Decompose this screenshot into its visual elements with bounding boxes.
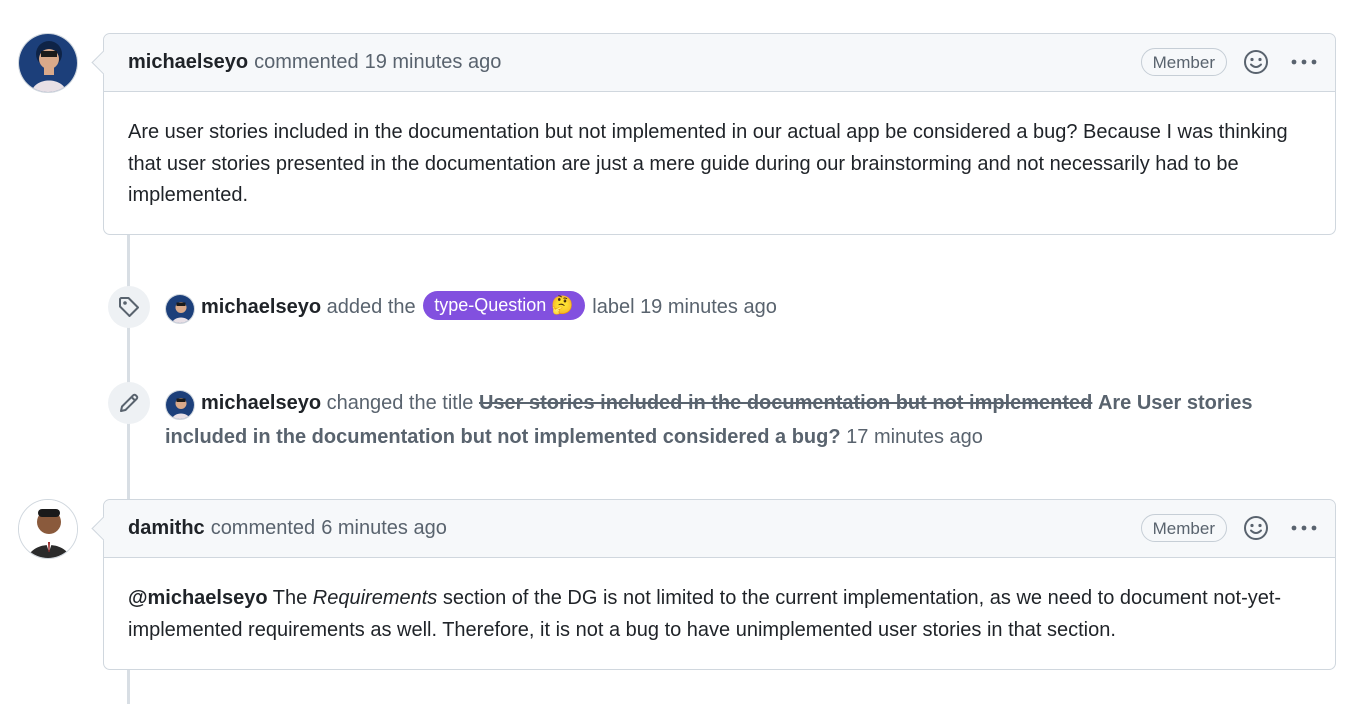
avatar-image xyxy=(19,500,77,558)
comment-header: damithc commented 6 minutes ago Member xyxy=(104,500,1335,558)
event-actor[interactable]: michaelseyo xyxy=(201,296,321,318)
event-suffix-text: label 19 minutes ago xyxy=(592,296,777,318)
pencil-icon xyxy=(108,382,150,424)
avatar-michaelseyo[interactable] xyxy=(18,33,78,93)
kebab-more-icon[interactable] xyxy=(1289,49,1319,75)
comment-time[interactable]: 6 minutes ago xyxy=(321,517,447,540)
comment-action: commented xyxy=(210,517,316,539)
comment-box: damithc commented 6 minutes ago Member @… xyxy=(103,499,1336,670)
label-name: type-Question xyxy=(434,295,547,316)
comment-body: Are user stories included in the documen… xyxy=(128,121,1288,206)
old-title: User stories included in the documentati… xyxy=(478,392,1093,414)
body-text: The xyxy=(267,587,313,609)
comment-box: michaelseyo commented 19 minutes ago Mem… xyxy=(103,33,1336,235)
event-actor[interactable]: michaelseyo xyxy=(201,392,321,414)
label-type-question[interactable]: type-Question 🤔 xyxy=(423,291,585,321)
member-badge: Member xyxy=(1140,48,1227,76)
user-mention[interactable]: @michaelseyo xyxy=(128,587,268,609)
comment-body: @michaelseyo The Requirements section of… xyxy=(104,558,1335,670)
body-emphasis: Requirements xyxy=(312,587,438,609)
comment-time[interactable]: 19 minutes ago xyxy=(365,51,502,74)
label-event-text: michaelseyo added the type-Question 🤔 la… xyxy=(201,290,1301,324)
add-reaction-smiley-icon[interactable] xyxy=(1243,515,1269,541)
avatar-image xyxy=(19,34,77,92)
kebab-more-icon[interactable] xyxy=(1289,515,1319,541)
avatar-damithc[interactable] xyxy=(18,499,78,559)
thinking-face-icon: 🤔 xyxy=(551,295,574,316)
avatar-michaelseyo-small[interactable] xyxy=(165,294,195,324)
event-action-text: changed the title xyxy=(326,392,474,414)
comment-action: commented xyxy=(254,51,359,73)
tag-icon xyxy=(108,286,150,328)
comment-header: michaelseyo commented 19 minutes ago Mem… xyxy=(104,34,1335,92)
member-badge: Member xyxy=(1140,514,1227,542)
event-time[interactable]: 17 minutes ago xyxy=(846,426,983,448)
comment-author[interactable]: michaelseyo xyxy=(128,51,248,74)
comment-author[interactable]: damithc xyxy=(128,517,205,540)
rename-event-text: michaelseyo changed the title User stori… xyxy=(165,386,1295,454)
event-action-text: added the xyxy=(326,296,416,318)
add-reaction-smiley-icon[interactable] xyxy=(1243,49,1269,75)
